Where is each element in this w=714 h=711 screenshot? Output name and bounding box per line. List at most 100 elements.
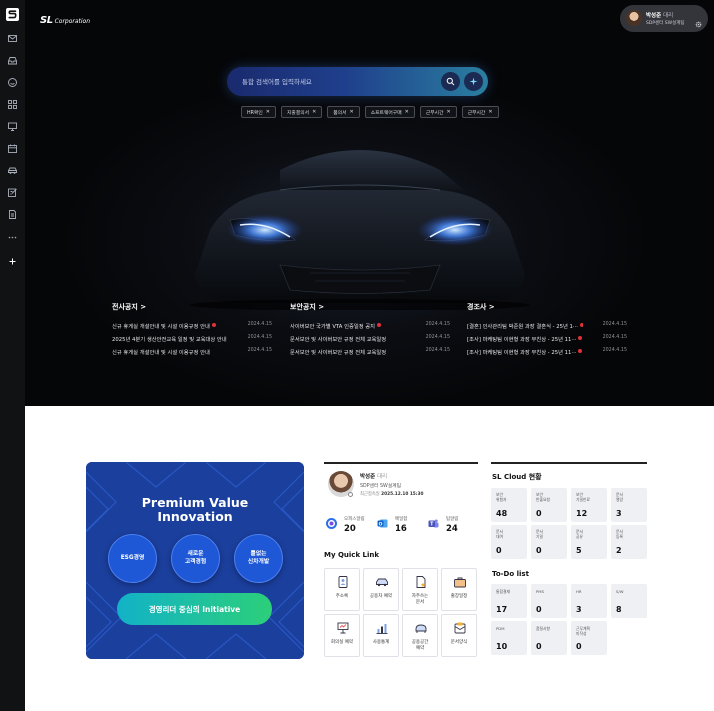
search-chip[interactable]: 소프트웨어구매 ✕ <box>364 106 415 118</box>
quick-link-business-trip[interactable]: 출장일정 <box>441 568 477 611</box>
profile-name: 박성준 <box>646 13 662 19</box>
notice-title[interactable]: 경조사 > <box>467 302 627 312</box>
search-chip[interactable]: 근무시간 ✕ <box>461 106 499 118</box>
stat-label: 보안 위험자 <box>496 492 507 502</box>
close-icon[interactable]: ✕ <box>405 109 409 115</box>
profile-chip[interactable]: 박성준 대리 SDP센터 SW설계팀 <box>620 5 708 32</box>
search-bar[interactable]: 통합 검색어를 입력하세요 <box>227 67 488 96</box>
brand-name: Corporation <box>54 18 91 25</box>
quick-link-title: My Quick Link <box>324 551 380 559</box>
count-label: 팀알림 <box>446 517 459 522</box>
cloud-stat[interactable]: 문서 대여 0 <box>491 525 527 559</box>
banner-circle-customer[interactable]: 새로운 고객경험 <box>171 534 220 583</box>
cloud-stat[interactable]: 보안 위험자 48 <box>491 488 527 522</box>
notice-item[interactable]: 신규 휴게실 개설안내 및 시설 이용규정 안내 2024.4.15 <box>112 322 272 335</box>
quick-link-document-forms[interactable]: 문서양식 <box>441 614 477 657</box>
quick-link-address-book[interactable]: 주소록 <box>324 568 360 611</box>
app-logo-icon[interactable] <box>6 6 19 21</box>
todo-item[interactable]: HR 3 <box>571 584 607 618</box>
search-chip[interactable]: HR확인 ✕ <box>241 106 276 118</box>
stat-label: 문서 대여 <box>496 529 503 539</box>
brand-logo[interactable]: SL Corporation <box>40 8 90 27</box>
banner-circle-esg[interactable]: ESG경영 <box>108 534 157 583</box>
stat-value: 12 <box>576 509 588 518</box>
notice-text: 문서보안 및 사이버보안 규정 전체 교육일정 <box>290 350 387 356</box>
cloud-stat[interactable]: 문서 등록 2 <box>611 525 647 559</box>
count-office[interactable]: 오피스알림 20 <box>324 515 374 537</box>
avatar <box>626 10 642 26</box>
todo-value: 0 <box>536 605 542 614</box>
todo-label: S/W <box>616 589 624 594</box>
smile-icon[interactable] <box>7 77 18 88</box>
banner-title-line2: Innovation <box>157 509 233 524</box>
close-icon[interactable]: ✕ <box>488 109 492 115</box>
stat-label: 문서 기밀 <box>536 529 543 539</box>
car-icon[interactable] <box>7 165 18 176</box>
close-icon[interactable]: ✕ <box>312 109 316 115</box>
count-mail[interactable]: O 메일함 16 <box>375 515 425 537</box>
promo-banner[interactable]: Premium Value Innovation ESG경영 새로운 고객경험 틀… <box>86 462 304 659</box>
notice-item[interactable]: 문서보안 및 사이버보안 규정 전체 교육일정 2024.4.15 <box>290 335 450 348</box>
notice-title[interactable]: 전사공지 > <box>112 302 272 312</box>
todo-item[interactable]: S/W 8 <box>611 584 647 618</box>
todo-item[interactable]: 통합결재 17 <box>491 584 527 618</box>
divider <box>491 462 647 464</box>
edit-icon[interactable] <box>7 187 18 198</box>
search-chip[interactable]: 지출결의서 ✕ <box>280 106 323 118</box>
quick-link-usage-stats[interactable]: 사용통계 <box>363 614 399 657</box>
quick-link-label: 공용공간 예약 <box>411 640 429 651</box>
favorite-doc-icon <box>416 576 426 588</box>
search-chip[interactable]: 근무시간 ✕ <box>419 106 457 118</box>
todo-item[interactable]: 품질사항 0 <box>531 621 567 655</box>
monitor-icon[interactable] <box>7 121 18 132</box>
notice-item[interactable]: [조사] 마케팅팀 이현형 과장 부친상 - 25년 11··· 2024.4.1… <box>467 348 627 361</box>
add-icon[interactable] <box>7 256 18 267</box>
notice-item[interactable]: 사이버보안 국가별 VTA 인증일정 공지 2024.4.15 <box>290 322 450 335</box>
notice-item[interactable]: [조사] 마케팅팀 이현형 과장 부친상 - 25년 11··· 2024.4.1… <box>467 335 627 348</box>
close-icon[interactable]: ✕ <box>446 109 450 115</box>
notice-title[interactable]: 보안공지 > <box>290 302 450 312</box>
search-button[interactable] <box>441 72 460 91</box>
gear-icon[interactable] <box>695 13 702 28</box>
mail-icon[interactable] <box>7 33 18 44</box>
todo-item[interactable]: PDM 10 <box>491 621 527 655</box>
quick-link-meeting-room[interactable]: 회의실 예약 <box>324 614 360 657</box>
search-input[interactable]: 통합 검색어를 입력하세요 <box>242 76 312 86</box>
cloud-stat[interactable]: 문서 기밀 0 <box>531 525 567 559</box>
notice-item[interactable]: 신규 휴게실 개설안내 및 시설 이용규정 안내 2024.4.15 <box>112 348 272 361</box>
cloud-stat[interactable]: 보안 기밀만료 12 <box>571 488 607 522</box>
stat-label: 문서 공유 <box>576 529 583 539</box>
circle-label: 새로운 고객경험 <box>184 551 207 565</box>
todo-item[interactable]: PMS 0 <box>531 584 567 618</box>
cloud-stat[interactable]: 문서 열람 3 <box>611 488 647 522</box>
quick-link-favorite-docs[interactable]: 자주쓰는 문서 <box>402 568 438 611</box>
notice-date: 2024.4.15 <box>425 348 450 353</box>
banner-circle-newcar[interactable]: 틀없는 신차개발 <box>234 534 283 583</box>
quick-link-label: 문서양식 <box>450 640 468 645</box>
todo-value: 3 <box>576 605 582 614</box>
chip-label: 지출결의서 <box>286 110 310 116</box>
todo-item[interactable]: 근무계획 미작성 0 <box>571 621 607 655</box>
close-icon[interactable]: ✕ <box>266 109 270 115</box>
notice-item[interactable]: [결혼] 인사관리팀 박준원 과장 결혼식 - 25년 1··· 2024.4.1… <box>467 322 627 335</box>
cloud-stat[interactable]: 문서 공유 5 <box>571 525 607 559</box>
todo-label: PMS <box>536 589 544 594</box>
more-icon[interactable] <box>7 232 18 243</box>
count-teams[interactable]: T 팀알림 24 <box>426 515 476 537</box>
cloud-stat[interactable]: 보안 반출요청 0 <box>531 488 567 522</box>
circle-label: ESG경영 <box>120 554 145 561</box>
document-icon[interactable] <box>7 209 18 220</box>
calendar-icon[interactable] <box>7 143 18 154</box>
apps-icon[interactable] <box>7 99 18 110</box>
last-login-label: 최근접속일 <box>360 492 380 497</box>
initiative-button[interactable]: 경영리더 중심의 Initiative <box>117 593 272 625</box>
todo-value: 10 <box>496 642 508 651</box>
notice-item[interactable]: 문서보안 및 사이버보안 규정 전체 교육일정 2024.4.15 <box>290 348 450 361</box>
quick-link-shared-space[interactable]: 공용공간 예약 <box>402 614 438 657</box>
close-icon[interactable]: ✕ <box>350 109 354 115</box>
notice-item[interactable]: 2025년 4분기 생산안전교육 일정 및 교육대상 안내 2024.4.15 <box>112 335 272 348</box>
ai-sparkle-button[interactable] <box>464 72 483 91</box>
inbox-icon[interactable] <box>7 55 18 66</box>
search-chip[interactable]: 품의서 ✕ <box>327 106 360 118</box>
quick-link-car-reservation[interactable]: 공용차 예약 <box>363 568 399 611</box>
